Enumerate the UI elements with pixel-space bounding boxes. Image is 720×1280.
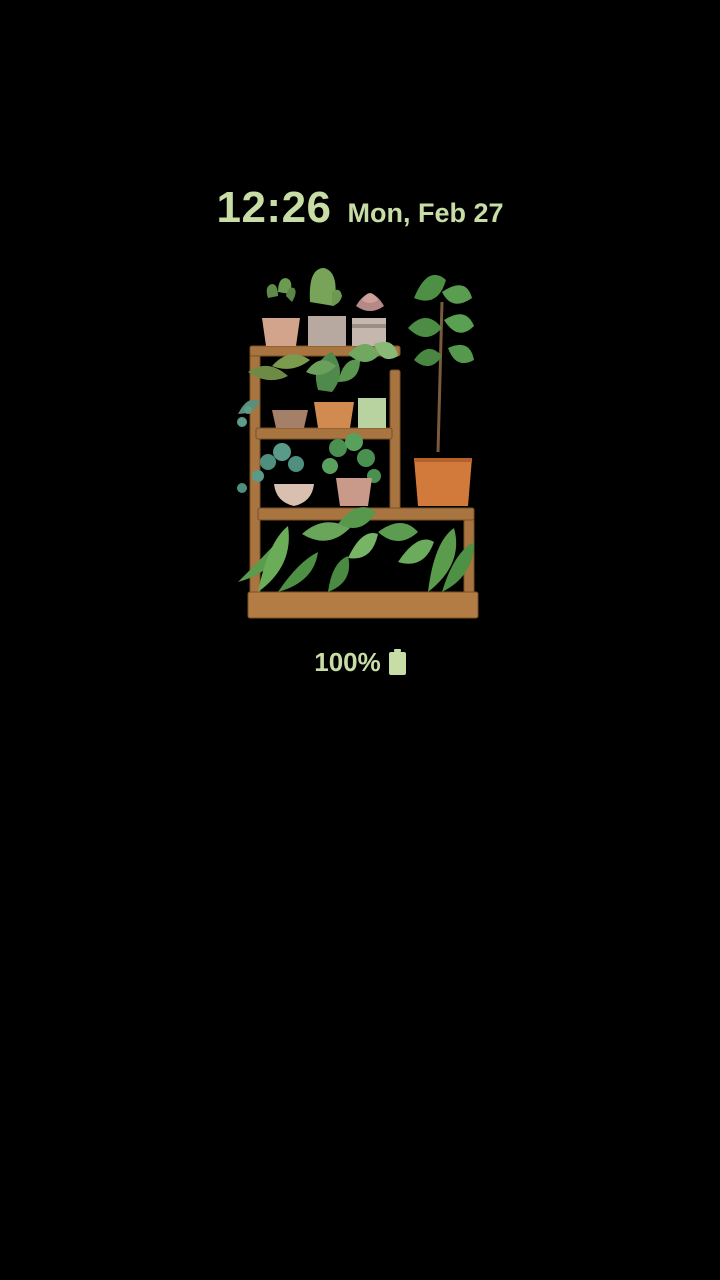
battery-status: 100% xyxy=(0,644,720,680)
fiddle-leaf-plant xyxy=(408,274,474,506)
clock-date: Mon, Feb 27 xyxy=(347,198,504,228)
always-on-display: 12:26 Mon, Feb 27 100% xyxy=(0,0,720,1280)
plant-shelf-illustration xyxy=(237,268,479,619)
top-shelf-plants xyxy=(262,268,386,346)
battery-full-icon xyxy=(388,649,406,675)
battery-percentage: 100% xyxy=(314,647,381,677)
clock-time: 12:26 xyxy=(216,183,332,232)
clock-row: 12:26 Mon, Feb 27 xyxy=(0,182,720,239)
